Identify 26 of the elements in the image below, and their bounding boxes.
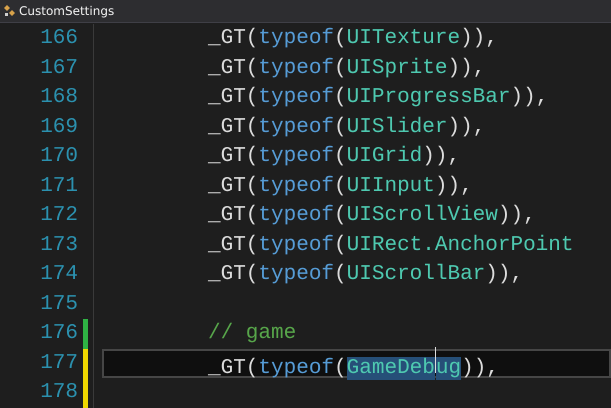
class-icon (2, 4, 16, 18)
line-number: 171 (39, 174, 79, 198)
code-line: _GT(typeof(UIGrid)), (208, 145, 460, 168)
code-line: _GT(typeof(UIScrollBar)), (208, 263, 524, 286)
code-line: _GT(typeof(UISlider)), (208, 116, 486, 139)
line-number: 167 (39, 56, 79, 80)
line-number: 173 (39, 234, 79, 257)
code-comment: // game (208, 322, 296, 346)
line-number: 166 (39, 27, 79, 50)
line-number: 176 (39, 322, 79, 346)
line-number: 174 (39, 263, 79, 286)
code-line: _GT(typeof(UITexture)), (208, 27, 498, 50)
line-number: 168 (39, 86, 79, 110)
code-line: _GT(typeof(UISprite)), (208, 56, 486, 80)
code-line: _GT(typeof(GameDebug)), (208, 346, 499, 380)
line-number: 169 (39, 116, 79, 139)
line-number: 177 (39, 352, 79, 375)
line-number: 172 (39, 204, 79, 228)
code-line: _GT(typeof(UIProgressBar)), (208, 86, 548, 110)
code-line: _GT(typeof(UIInput)), (208, 174, 473, 198)
code-line: _GT(typeof(UIScrollView)), (208, 204, 536, 228)
tab-title[interactable]: CustomSettings (19, 4, 114, 18)
line-number: 170 (39, 145, 79, 168)
code-line: _GT(typeof(UIRect.AnchorPoint (208, 234, 574, 257)
line-number: 178 (39, 381, 79, 404)
line-number: 175 (39, 292, 79, 316)
